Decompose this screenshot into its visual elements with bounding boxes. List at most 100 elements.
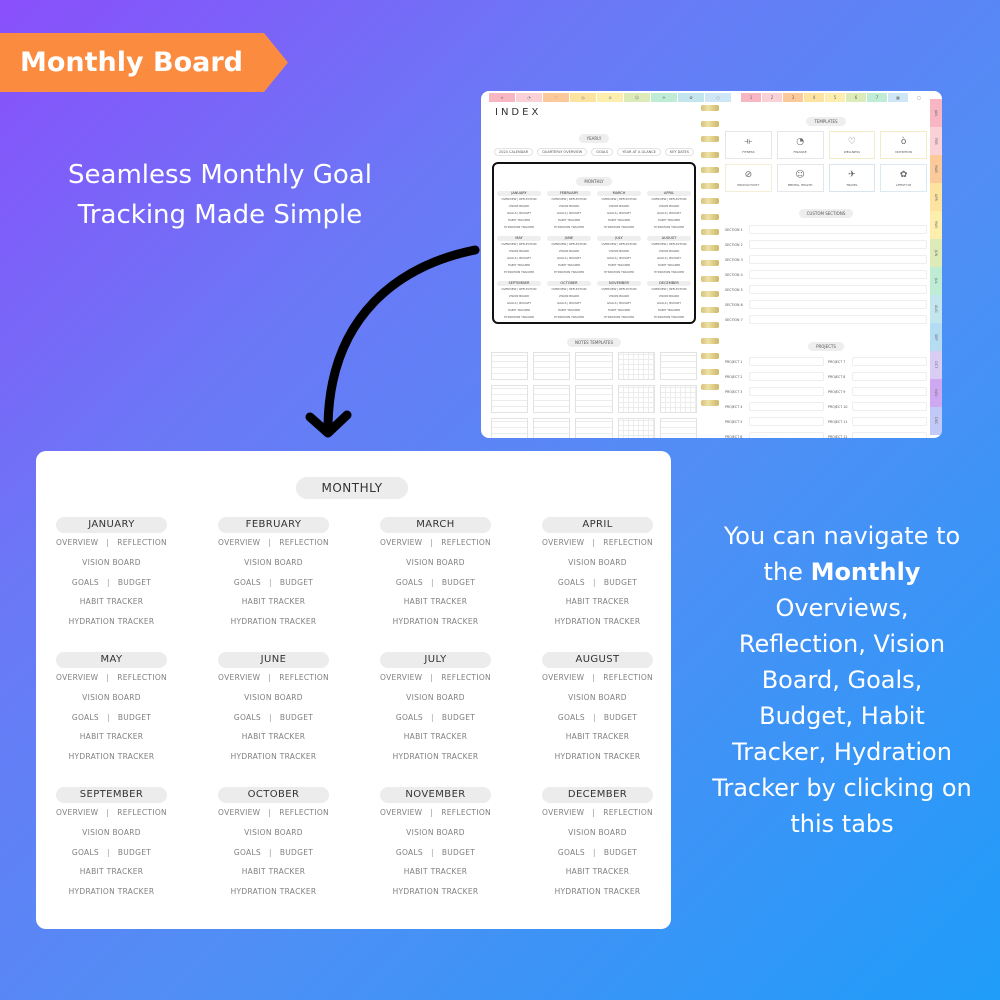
project-input[interactable] bbox=[852, 357, 927, 366]
project-input[interactable] bbox=[852, 417, 927, 426]
side-tab-nov[interactable]: NOV bbox=[930, 379, 942, 407]
reflection-link[interactable]: REFLECTION bbox=[117, 673, 167, 682]
project-input[interactable] bbox=[749, 402, 824, 411]
mini-month-link[interactable]: OVERVIEW | REFLECTION bbox=[647, 196, 691, 203]
hydration-tracker-link[interactable]: HYDRATION TRACKER bbox=[393, 617, 479, 626]
mini-month-link[interactable]: HABIT TRACKER bbox=[497, 262, 541, 269]
overview-link[interactable]: OVERVIEW bbox=[380, 538, 422, 547]
mini-month-link[interactable]: OVERVIEW | REFLECTION bbox=[547, 241, 591, 248]
template-nutrition[interactable]: ὸ NUTRITION bbox=[880, 131, 927, 159]
mini-month-link[interactable]: HYDRATION TRACKER bbox=[497, 224, 541, 231]
mini-month-link[interactable]: OVERVIEW | REFLECTION bbox=[497, 196, 541, 203]
wellness-icon[interactable]: ♡ bbox=[543, 93, 569, 102]
overview-link[interactable]: OVERVIEW bbox=[542, 538, 584, 547]
project-input[interactable] bbox=[749, 372, 824, 381]
budget-link[interactable]: BUDGET bbox=[280, 578, 313, 587]
mini-month-link[interactable]: VISION BOARD bbox=[647, 293, 691, 300]
habit-tracker-link[interactable]: HABIT TRACKER bbox=[404, 732, 468, 741]
productivity-icon[interactable]: ⊘ bbox=[597, 93, 623, 102]
note-template-thumb[interactable] bbox=[491, 352, 529, 380]
habit-tracker-link[interactable]: HABIT TRACKER bbox=[404, 597, 468, 606]
goals-link[interactable]: GOALS bbox=[72, 713, 99, 722]
number-tab-7[interactable]: 7 bbox=[867, 93, 887, 102]
mini-month-link[interactable]: OVERVIEW | REFLECTION bbox=[647, 286, 691, 293]
number-tab-4[interactable]: 4 bbox=[804, 93, 824, 102]
note-template-thumb[interactable] bbox=[575, 385, 613, 413]
hydration-tracker-link[interactable]: HYDRATION TRACKER bbox=[231, 752, 317, 761]
goals-link[interactable]: GOALS bbox=[72, 578, 99, 587]
habit-tracker-link[interactable]: HABIT TRACKER bbox=[566, 597, 630, 606]
goals-link[interactable]: GOALS bbox=[396, 848, 423, 857]
budget-link[interactable]: BUDGET bbox=[442, 713, 475, 722]
number-tab-2[interactable]: 2 bbox=[762, 93, 782, 102]
month-tab-august[interactable]: AUGUST bbox=[542, 651, 653, 668]
project-input[interactable] bbox=[749, 417, 824, 426]
yearly-link[interactable]: GOALS bbox=[591, 148, 614, 156]
vision-board-link[interactable]: VISION BOARD bbox=[568, 828, 627, 837]
mini-month-link[interactable]: GOALS | BUDGET bbox=[647, 300, 691, 307]
reflection-link[interactable]: REFLECTION bbox=[441, 808, 491, 817]
section-input[interactable] bbox=[749, 255, 927, 264]
goals-link[interactable]: GOALS bbox=[396, 578, 423, 587]
habit-tracker-link[interactable]: HABIT TRACKER bbox=[242, 867, 306, 876]
number-tab-8[interactable]: ▦ bbox=[888, 93, 908, 102]
template-travel[interactable]: ✈ TRAVEL bbox=[828, 164, 876, 192]
month-tab-june[interactable]: JUNE bbox=[218, 651, 329, 668]
overview-link[interactable]: OVERVIEW bbox=[56, 538, 98, 547]
side-tab-dec[interactable]: DEC bbox=[930, 407, 942, 435]
budget-link[interactable]: BUDGET bbox=[604, 848, 637, 857]
mini-month-link[interactable]: OVERVIEW | REFLECTION bbox=[497, 241, 541, 248]
number-tab-5[interactable]: 5 bbox=[825, 93, 845, 102]
template-wellness[interactable]: ♡ WELLNESS bbox=[828, 131, 876, 159]
mini-month-link[interactable]: HABIT TRACKER bbox=[497, 307, 541, 314]
side-tab-oct[interactable]: OCT bbox=[930, 351, 942, 379]
mini-month-link[interactable]: VISION BOARD bbox=[597, 293, 641, 300]
number-tab-1[interactable]: 1 bbox=[741, 93, 761, 102]
goals-link[interactable]: GOALS bbox=[558, 848, 585, 857]
habit-tracker-link[interactable]: HABIT TRACKER bbox=[80, 732, 144, 741]
hydration-tracker-link[interactable]: HYDRATION TRACKER bbox=[555, 617, 641, 626]
yearly-link[interactable]: QUARTERLY OVERVIEW bbox=[537, 148, 588, 156]
number-tab-6[interactable]: 6 bbox=[846, 93, 866, 102]
yearly-link[interactable]: 2024 CALENDAR bbox=[494, 148, 534, 156]
mini-month-link[interactable]: GOALS | BUDGET bbox=[497, 255, 541, 262]
habit-tracker-link[interactable]: HABIT TRACKER bbox=[242, 732, 306, 741]
vision-board-link[interactable]: VISION BOARD bbox=[82, 558, 141, 567]
vision-board-link[interactable]: VISION BOARD bbox=[568, 693, 627, 702]
overview-link[interactable]: OVERVIEW bbox=[380, 673, 422, 682]
side-tab-feb[interactable]: FEB bbox=[930, 127, 942, 155]
settings-icon[interactable]: ○ bbox=[705, 93, 731, 102]
vision-board-link[interactable]: VISION BOARD bbox=[244, 693, 303, 702]
overview-link[interactable]: OVERVIEW bbox=[542, 808, 584, 817]
side-tab-may[interactable]: MAY bbox=[930, 211, 942, 239]
mini-month-link[interactable]: HYDRATION TRACKER bbox=[647, 224, 691, 231]
reflection-link[interactable]: REFLECTION bbox=[603, 808, 653, 817]
note-template-thumb[interactable] bbox=[617, 418, 655, 438]
goals-link[interactable]: GOALS bbox=[558, 578, 585, 587]
reflection-link[interactable]: REFLECTION bbox=[279, 538, 329, 547]
reflection-link[interactable]: REFLECTION bbox=[279, 808, 329, 817]
vision-board-link[interactable]: VISION BOARD bbox=[568, 558, 627, 567]
mini-month-link[interactable]: OVERVIEW | REFLECTION bbox=[497, 286, 541, 293]
section-input[interactable] bbox=[749, 285, 927, 294]
reflection-link[interactable]: REFLECTION bbox=[603, 538, 653, 547]
mini-month-link[interactable]: HABIT TRACKER bbox=[597, 217, 641, 224]
lifestyle-icon[interactable]: ✿ bbox=[678, 93, 704, 102]
travel-icon[interactable]: ✈ bbox=[651, 93, 677, 102]
number-tab-9[interactable]: ▢ bbox=[909, 93, 929, 102]
project-input[interactable] bbox=[749, 357, 824, 366]
mini-month-link[interactable]: HABIT TRACKER bbox=[597, 262, 641, 269]
habit-tracker-link[interactable]: HABIT TRACKER bbox=[80, 867, 144, 876]
section-input[interactable] bbox=[749, 315, 927, 324]
vision-board-link[interactable]: VISION BOARD bbox=[244, 828, 303, 837]
mini-month-link[interactable]: HABIT TRACKER bbox=[547, 262, 591, 269]
side-tab-jan[interactable]: JAN bbox=[930, 99, 942, 127]
goals-link[interactable]: GOALS bbox=[72, 848, 99, 857]
mini-month-link[interactable]: VISION BOARD bbox=[547, 293, 591, 300]
mini-month-link[interactable]: HABIT TRACKER bbox=[597, 307, 641, 314]
reflection-link[interactable]: REFLECTION bbox=[441, 538, 491, 547]
mini-month-link[interactable]: VISION BOARD bbox=[497, 293, 541, 300]
vision-board-link[interactable]: VISION BOARD bbox=[406, 828, 465, 837]
note-template-thumb[interactable] bbox=[659, 385, 697, 413]
mini-month-link[interactable]: GOALS | BUDGET bbox=[497, 300, 541, 307]
